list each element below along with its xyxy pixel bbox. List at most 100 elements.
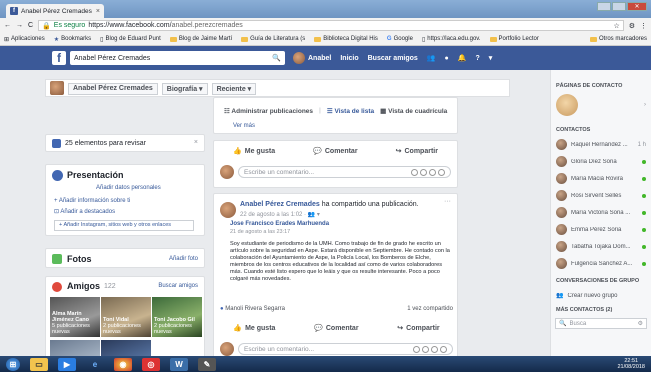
bookmark-other[interactable]: Otros marcadores <box>589 36 647 42</box>
contact-item[interactable]: Gloria Díez Soria <box>551 153 651 170</box>
review-items-card[interactable]: 25 elementos para revisar × <box>45 134 205 152</box>
emoji-icon[interactable] <box>411 168 418 176</box>
friend-tile[interactable]: Alma Marín Jiménez Cano 5 publicaciones … <box>50 297 100 337</box>
share-count[interactable]: 1 vez compartido <box>407 306 453 312</box>
notifications-icon[interactable]: 🔔 <box>458 54 467 62</box>
manage-posts-button[interactable]: ☷ Administrar publicaciones <box>224 107 313 115</box>
list-view-button[interactable]: ☰ Vista de lista <box>327 107 374 115</box>
bookmark-bookmarks[interactable]: ★ Bookmarks <box>54 36 91 43</box>
bookmark-apps[interactable]: ⊞ Aplicaciones <box>4 36 45 43</box>
like-button[interactable]: 👍 Me gusta <box>233 324 275 333</box>
url-field[interactable]: 🔒 Es seguro https://www.facebook.com/ana… <box>38 20 624 31</box>
comment-placeholder: Escribe un comentario... <box>244 168 315 176</box>
friend-name: Alma Marín Jiménez Cano <box>52 311 89 323</box>
menu-icon[interactable]: ⋮ <box>640 22 647 30</box>
forward-icon[interactable]: → <box>16 22 23 29</box>
comment-input[interactable]: Escribe un comentario... <box>238 166 451 178</box>
add-personal-link[interactable]: Añadir datos personales <box>96 185 161 191</box>
emoji-icon[interactable] <box>413 345 420 353</box>
nav-home[interactable]: Inicio <box>340 55 358 62</box>
tab-close-icon[interactable]: × <box>96 8 100 15</box>
bookmark-biblioteca[interactable]: Biblioteca Digital His <box>314 36 378 42</box>
bookmark-portfolio[interactable]: Portfolio Lector <box>489 36 539 42</box>
chevron-right-icon[interactable]: › <box>644 102 646 108</box>
bookmark-jaime[interactable]: Blog de Jaime Martí <box>169 36 232 42</box>
messages-icon[interactable]: ● <box>445 55 449 62</box>
post-author-link[interactable]: Anabel Pérez Cremades <box>240 201 320 208</box>
contact-item[interactable]: Fulgencia Sánchez A... <box>551 255 651 272</box>
back-icon[interactable]: ← <box>4 22 11 29</box>
reactions-summary[interactable]: ● Manoli Rivera Segarra <box>220 306 285 312</box>
contact-item[interactable]: Tabatha Tojaka Dom... <box>551 238 651 255</box>
create-group-button[interactable]: 👥 Crear nuevo grupo <box>551 287 651 304</box>
comment-button[interactable]: 💬 Comentar <box>313 147 357 156</box>
gif-icon[interactable] <box>429 168 436 176</box>
shared-date[interactable]: 21 de agosto a las 23:17 <box>230 229 290 235</box>
add-info-link[interactable]: + Añadir información sobre ti <box>54 198 130 204</box>
recent-button[interactable]: Reciente ▾ <box>211 83 257 95</box>
friend-tile[interactable]: Toni Vidal 2 publicaciones nuevas <box>101 297 151 337</box>
chat-settings-icon[interactable]: ⚙ <box>638 320 643 327</box>
add-photo-link[interactable]: Añadir foto <box>169 256 198 262</box>
biography-button[interactable]: Biografía ▾ <box>161 83 208 95</box>
post-options-icon[interactable]: ··· <box>444 198 451 205</box>
share-button[interactable]: ↪ Compartir <box>397 324 439 333</box>
chrome-icon[interactable]: ◉ <box>114 357 132 371</box>
grid-view-button[interactable]: ▦ Vista de cuadrícula <box>380 107 447 115</box>
comment-button[interactable]: 💬 Comentar <box>314 324 358 333</box>
contact-item[interactable]: María Victoria Soria ... <box>551 204 651 221</box>
app-icon[interactable]: ◎ <box>142 357 160 371</box>
facebook-search-input[interactable]: Anabel Pérez Cremades 🔍 <box>70 51 285 65</box>
maximize-icon[interactable] <box>612 2 626 11</box>
facebook-logo-icon[interactable]: f <box>52 51 66 65</box>
camera-icon[interactable] <box>420 168 427 176</box>
camera-icon[interactable] <box>422 345 429 353</box>
minimize-icon[interactable] <box>597 2 611 11</box>
star-icon[interactable]: ☆ <box>613 22 619 30</box>
paint-icon[interactable]: ✎ <box>198 357 216 371</box>
browser-tab[interactable]: f Anabel Pérez Cremades × <box>6 4 104 18</box>
contact-item[interactable]: María Maciá Rovira <box>551 170 651 187</box>
reload-icon[interactable]: C <box>28 22 33 29</box>
system-clock[interactable]: 22:51 21/08/2018 <box>617 358 645 370</box>
nav-profile[interactable]: Anabel <box>293 52 331 64</box>
explorer-icon[interactable]: ▭ <box>30 357 48 371</box>
close-window-icon[interactable]: ✕ <box>627 2 647 11</box>
see-more-link[interactable]: Ver más <box>233 123 255 129</box>
bookmark-eduard[interactable]: ▯ Blog de Eduard Punt <box>100 36 161 43</box>
internet-explorer-icon[interactable]: e <box>86 358 104 371</box>
add-featured-link[interactable]: ⊡ Añadir a destacados <box>54 208 115 215</box>
close-icon[interactable]: × <box>194 139 198 146</box>
bookmark-google[interactable]: G Google <box>387 36 413 42</box>
help-icon[interactable]: ? <box>475 55 479 62</box>
extension-icon[interactable]: ⚙ <box>629 22 635 30</box>
sticker-icon[interactable] <box>438 168 445 176</box>
shared-author-link[interactable]: Jose Francisco Erades Marhuenda <box>230 221 329 227</box>
start-button-icon[interactable]: ⊞ <box>6 357 20 371</box>
find-friends-link[interactable]: Buscar amigos <box>158 283 198 289</box>
bookmark-laca[interactable]: ▯ https://laca.edu.gov. <box>422 36 481 43</box>
contact-page-item[interactable]: › <box>551 92 651 118</box>
chat-search-input[interactable]: 🔍 Busca ⚙ <box>555 318 647 329</box>
friend-tile[interactable]: Toni Jacobo Gil 2 publicaciones nuevas <box>152 297 202 337</box>
author-avatar[interactable] <box>220 202 236 218</box>
media-player-icon[interactable]: ▶ <box>58 357 76 371</box>
sticker-icon[interactable] <box>440 345 447 353</box>
bookmark-literatura[interactable]: Guía de Literatura (s <box>241 36 305 42</box>
search-icon[interactable]: 🔍 <box>272 54 281 62</box>
account-menu-icon[interactable]: ▾ <box>489 54 493 62</box>
profile-name-button[interactable]: Anabel Pérez Cremades <box>68 83 158 95</box>
profile-avatar[interactable] <box>50 81 64 95</box>
word-icon[interactable]: W <box>170 357 188 371</box>
friend-requests-icon[interactable]: 👥 <box>427 54 436 62</box>
nav-find-friends[interactable]: Buscar amigos <box>368 55 418 62</box>
gif-icon[interactable] <box>431 345 438 353</box>
post-date[interactable]: 22 de agosto a las 1:02 · 👥 ▾ <box>240 211 320 218</box>
share-button[interactable]: ↪ Compartir <box>396 147 438 156</box>
add-instagram-button[interactable]: + Añadir Instagram, sitios web y otros e… <box>54 220 194 231</box>
contact-item[interactable]: Emma Pérez Soria <box>551 221 651 238</box>
like-button[interactable]: 👍 Me gusta <box>233 147 275 156</box>
contact-item[interactable]: Rosi Sirvent Sellés <box>551 187 651 204</box>
contact-item[interactable]: Raquel Hernández ... 1 h <box>551 136 651 153</box>
comment-input[interactable]: Escribe un comentario... <box>238 343 453 355</box>
